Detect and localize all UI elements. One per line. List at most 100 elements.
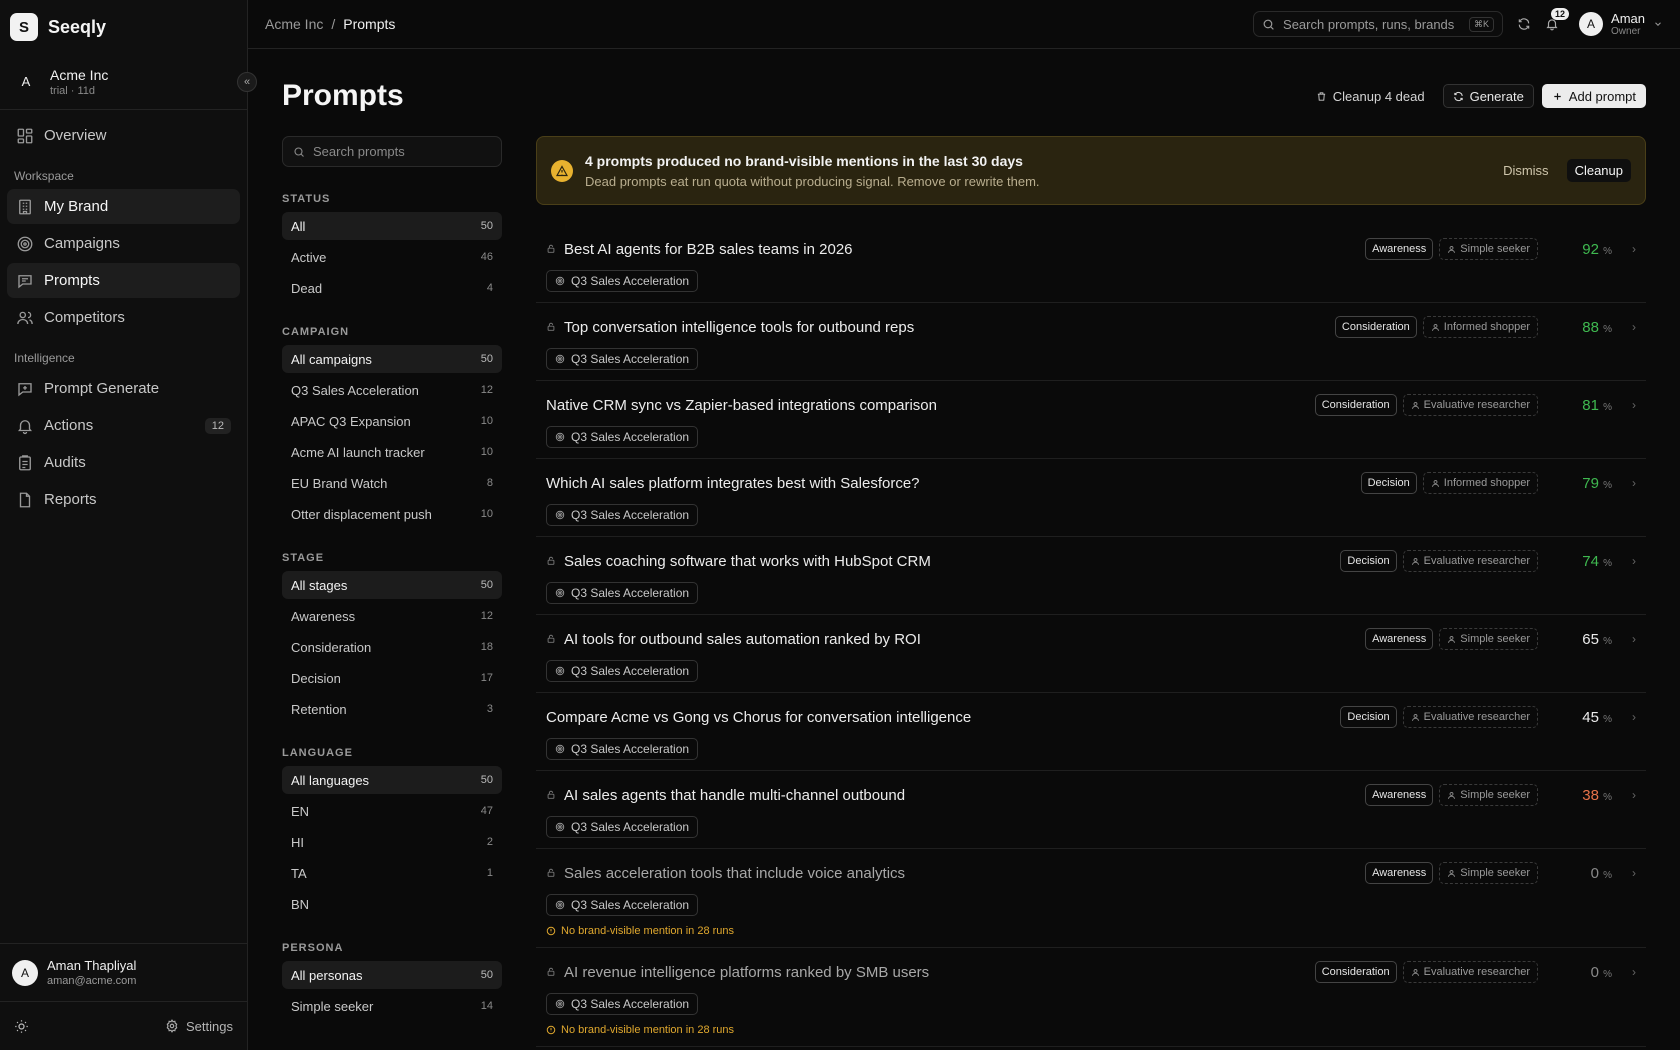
chevron-right-icon[interactable]: › bbox=[1612, 476, 1636, 490]
persona-badge: Simple seeker bbox=[1439, 784, 1538, 806]
filter-option-label: Retention bbox=[291, 701, 347, 717]
sidebar-item-prompts[interactable]: Prompts bbox=[7, 263, 240, 298]
prompt-search-input[interactable]: Search prompts bbox=[282, 136, 502, 167]
persona-badge: Evaluative researcher bbox=[1402, 394, 1538, 416]
persona-badge: Informed shopper bbox=[1422, 472, 1538, 494]
chevron-right-icon[interactable]: › bbox=[1612, 554, 1636, 568]
prompt-row[interactable]: Sales acceleration tools that include vo… bbox=[536, 849, 1646, 948]
prompt-row[interactable]: Native CRM sync vs Zapier-based integrat… bbox=[536, 381, 1646, 459]
sidebar-item-campaigns[interactable]: Campaigns bbox=[7, 226, 240, 261]
breadcrumb-root[interactable]: Acme Inc bbox=[265, 16, 323, 32]
prompt-text: Top conversation intelligence tools for … bbox=[564, 318, 915, 336]
dismiss-button[interactable]: Dismiss bbox=[1495, 163, 1557, 178]
sidebar-item-actions[interactable]: Actions 12 bbox=[7, 408, 240, 443]
filter-option-count: 46 bbox=[480, 251, 493, 263]
target-icon bbox=[555, 744, 565, 754]
chevron-right-icon[interactable]: › bbox=[1612, 965, 1636, 979]
filter-option-label: Q3 Sales Acceleration bbox=[291, 382, 419, 398]
filter-option-apac-q3-expansion[interactable]: APAC Q3 Expansion 10 bbox=[282, 407, 502, 435]
filter-option-decision[interactable]: Decision 17 bbox=[282, 664, 502, 692]
sidebar-item-prompt-generate[interactable]: Prompt Generate bbox=[7, 371, 240, 406]
stage-badge: Decision bbox=[1360, 472, 1417, 494]
filter-option-all-languages[interactable]: All languages 50 bbox=[282, 766, 502, 794]
campaign-tag[interactable]: Q3 Sales Acceleration bbox=[546, 504, 699, 526]
filter-option-consideration[interactable]: Consideration 18 bbox=[282, 633, 502, 661]
campaign-tag[interactable]: Q3 Sales Acceleration bbox=[546, 894, 699, 916]
campaign-tag[interactable]: Q3 Sales Acceleration bbox=[546, 270, 699, 292]
refresh-button[interactable] bbox=[1517, 17, 1531, 31]
chevron-right-icon[interactable]: › bbox=[1612, 398, 1636, 412]
filter-option-active[interactable]: Active 46 bbox=[282, 243, 502, 271]
campaign-tag[interactable]: Q3 Sales Acceleration bbox=[546, 993, 699, 1015]
prompt-row[interactable]: Sales coaching software that works with … bbox=[536, 537, 1646, 615]
chevron-right-icon[interactable]: › bbox=[1612, 710, 1636, 724]
visibility-score: 0 % bbox=[1552, 964, 1612, 981]
main: Acme Inc / Prompts Search prompts, runs,… bbox=[248, 0, 1680, 1050]
sidebar-item-reports[interactable]: Reports bbox=[7, 482, 240, 517]
campaign-label: Q3 Sales Acceleration bbox=[571, 664, 690, 678]
filter-option-simple-seeker[interactable]: Simple seeker 14 bbox=[282, 992, 502, 1020]
global-search-input[interactable]: Search prompts, runs, brands ⌘K bbox=[1253, 11, 1504, 37]
page-title: Prompts bbox=[282, 79, 404, 112]
chevron-right-icon[interactable]: › bbox=[1612, 320, 1636, 334]
chevron-right-icon[interactable]: › bbox=[1612, 242, 1636, 256]
chevron-right-icon[interactable]: › bbox=[1612, 866, 1636, 880]
filter-option-ta[interactable]: TA 1 bbox=[282, 859, 502, 887]
filter-option-all-campaigns[interactable]: All campaigns 50 bbox=[282, 345, 502, 373]
campaign-tag[interactable]: Q3 Sales Acceleration bbox=[546, 660, 699, 682]
filter-option-acme-ai-launch-tracker[interactable]: Acme AI launch tracker 10 bbox=[282, 438, 502, 466]
campaign-tag[interactable]: Q3 Sales Acceleration bbox=[546, 816, 699, 838]
filter-section-status: STATUS All 50 Active 46 Dead 4 bbox=[282, 193, 502, 302]
notifications-button[interactable]: 12 bbox=[1545, 8, 1570, 31]
stage-badge: Decision bbox=[1340, 706, 1397, 728]
filter-option-all-stages[interactable]: All stages 50 bbox=[282, 571, 502, 599]
settings-button[interactable]: Settings bbox=[165, 1019, 233, 1034]
cleanup-dead-button[interactable]: Cleanup 4 dead bbox=[1306, 84, 1435, 108]
filter-option-all[interactable]: All 50 bbox=[282, 212, 502, 240]
filter-option-dead[interactable]: Dead 4 bbox=[282, 274, 502, 302]
generate-button[interactable]: Generate bbox=[1442, 84, 1534, 108]
org-switcher[interactable]: A Acme Inc trial · 11d « bbox=[0, 54, 257, 110]
campaign-tag[interactable]: Q3 Sales Acceleration bbox=[546, 348, 699, 370]
add-prompt-button[interactable]: Add prompt bbox=[1541, 84, 1646, 108]
prompt-row[interactable]: Which AI sales platform integrates best … bbox=[536, 459, 1646, 537]
filter-option-en[interactable]: EN 47 bbox=[282, 797, 502, 825]
sidebar-item-audits[interactable]: Audits bbox=[7, 445, 240, 480]
filter-option-otter-displacement-push[interactable]: Otter displacement push 10 bbox=[282, 500, 502, 528]
campaign-label: Q3 Sales Acceleration bbox=[571, 430, 690, 444]
filter-option-count: 12 bbox=[480, 610, 493, 622]
chevron-right-icon[interactable]: › bbox=[1612, 788, 1636, 802]
campaign-tag[interactable]: Q3 Sales Acceleration bbox=[546, 582, 699, 604]
sidebar-item-my-brand[interactable]: My Brand bbox=[7, 189, 240, 224]
filter-option-bn[interactable]: BN bbox=[282, 890, 502, 918]
alert-subtitle: Dead prompts eat run quota without produ… bbox=[585, 173, 1040, 189]
filter-option-awareness[interactable]: Awareness 12 bbox=[282, 602, 502, 630]
trash-icon bbox=[1317, 91, 1325, 101]
filter-option-hi[interactable]: HI 2 bbox=[282, 828, 502, 856]
filter-option-all-personas[interactable]: All personas 50 bbox=[282, 961, 502, 989]
sidebar-item-competitors[interactable]: Competitors bbox=[7, 300, 240, 335]
user-card[interactable]: A Aman Thapliyal aman@acme.com bbox=[0, 944, 247, 1002]
chevron-right-icon[interactable]: › bbox=[1612, 632, 1636, 646]
sidebar-item-overview[interactable]: Overview bbox=[7, 118, 240, 153]
prompt-row[interactable]: Best AI agents for B2B sales teams in 20… bbox=[536, 225, 1646, 303]
brand[interactable]: S Seeqly bbox=[0, 0, 247, 54]
prompt-text-wrap: Sales coaching software that works with … bbox=[546, 553, 931, 570]
campaign-tag[interactable]: Q3 Sales Acceleration bbox=[546, 738, 699, 760]
prompt-row[interactable]: AI sales agents that handle multi-channe… bbox=[536, 771, 1646, 849]
filter-option-eu-brand-watch[interactable]: EU Brand Watch 8 bbox=[282, 469, 502, 497]
stage-badge: Awareness bbox=[1365, 238, 1434, 260]
prompt-row[interactable]: AI tools for outbound sales automation r… bbox=[536, 615, 1646, 693]
campaign-tag[interactable]: Q3 Sales Acceleration bbox=[546, 426, 699, 448]
filter-section-persona: PERSONA All personas 50 Simple seeker 14 bbox=[282, 942, 502, 1020]
cleanup-button[interactable]: Cleanup bbox=[1566, 159, 1631, 182]
org-avatar: A bbox=[21, 74, 31, 89]
chevrons-left-icon[interactable]: « bbox=[237, 72, 257, 92]
prompt-row[interactable]: AI revenue intelligence platforms ranked… bbox=[536, 948, 1646, 1047]
filter-option-retention[interactable]: Retention 3 bbox=[282, 695, 502, 723]
prompt-row[interactable]: Compare Acme vs Gong vs Chorus for conve… bbox=[536, 693, 1646, 771]
filter-option-q3-sales-acceleration[interactable]: Q3 Sales Acceleration 12 bbox=[282, 376, 502, 404]
prompt-row[interactable]: Top conversation intelligence tools for … bbox=[536, 303, 1646, 381]
account-menu[interactable]: A Aman Owner bbox=[1579, 11, 1663, 37]
sun-icon[interactable] bbox=[14, 1019, 29, 1034]
